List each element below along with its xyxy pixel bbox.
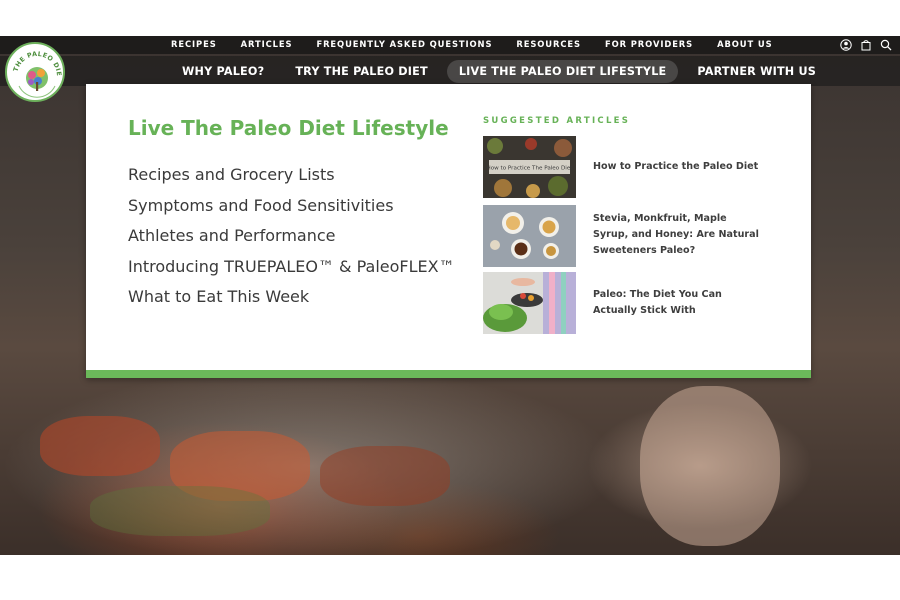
main-nav-item-why-paleo[interactable]: WHY PALEO?: [170, 60, 276, 83]
user-icon[interactable]: [840, 38, 852, 51]
thumb-caption: How to Practice The Paleo Diet: [487, 166, 574, 172]
top-nav-list: RECIPES ARTICLES FREQUENTLY ASKED QUESTI…: [171, 39, 797, 49]
hand-shape: [640, 386, 780, 546]
suggested-article[interactable]: Stevia, Monkfruit, Maple Syrup, and Hone…: [483, 205, 783, 267]
top-nav-item-about-us[interactable]: ABOUT US: [717, 39, 772, 49]
main-nav-item-partner-with-us[interactable]: PARTNER WITH US: [685, 60, 828, 83]
suggested-article[interactable]: How to Practice The Paleo Diet How to Pr…: [483, 136, 783, 198]
dropdown-link-recipes-grocery[interactable]: Recipes and Grocery Lists: [128, 166, 455, 197]
article-title[interactable]: Stevia, Monkfruit, Maple Syrup, and Hone…: [593, 211, 763, 259]
dropdown-link-truepaleo-paleoflex[interactable]: Introducing TRUEPALEO™ & PaleoFLEX™: [128, 257, 455, 289]
main-nav-item-live-the-paleo-diet-lifestyle[interactable]: LIVE THE PALEO DIET LIFESTYLE: [446, 60, 679, 83]
suggested-articles-heading: SUGGESTED ARTICLES: [483, 116, 631, 126]
logo-graphic: THE PALEO DIET: [7, 44, 63, 98]
dropdown-bottom-accent-bar: [86, 370, 811, 378]
article-thumbnail: [483, 205, 576, 267]
suggested-article[interactable]: Paleo: The Diet You Can Actually Stick W…: [483, 272, 783, 334]
main-nav: WHY PALEO? TRY THE PALEO DIET LIVE THE P…: [0, 56, 900, 86]
dropdown-link-list: Recipes and Grocery Lists Symptoms and F…: [128, 166, 455, 319]
dropdown-link-athletes-performance[interactable]: Athletes and Performance: [128, 227, 455, 258]
dropdown-link-symptoms-food[interactable]: Symptoms and Food Sensitivities: [128, 196, 455, 228]
page: RECIPES ARTICLES FREQUENTLY ASKED QUESTI…: [0, 0, 900, 600]
article-title[interactable]: How to Practice the Paleo Diet: [593, 159, 763, 175]
utility-icons: [840, 38, 892, 51]
article-thumbnail: How to Practice The Paleo Diet: [483, 136, 576, 198]
top-nav-item-faq[interactable]: FREQUENTLY ASKED QUESTIONS: [316, 39, 492, 49]
top-nav-item-recipes[interactable]: RECIPES: [171, 39, 217, 49]
top-utility-nav: RECIPES ARTICLES FREQUENTLY ASKED QUESTI…: [0, 36, 900, 54]
article-title[interactable]: Paleo: The Diet You Can Actually Stick W…: [593, 287, 763, 319]
dropdown-link-what-to-eat[interactable]: What to Eat This Week: [128, 288, 455, 319]
shopping-bag-icon[interactable]: [860, 38, 872, 51]
food-shape: [320, 446, 450, 506]
food-shape: [40, 416, 160, 476]
dropdown-title: Live The Paleo Diet Lifestyle: [128, 116, 449, 140]
lifestyle-dropdown-panel: Live The Paleo Diet Lifestyle Recipes an…: [86, 84, 811, 378]
main-nav-list: WHY PALEO? TRY THE PALEO DIET LIVE THE P…: [170, 60, 835, 83]
search-icon[interactable]: [880, 38, 892, 51]
food-shape: [90, 486, 270, 536]
article-thumbnail: [483, 272, 576, 334]
top-nav-item-for-providers[interactable]: FOR PROVIDERS: [605, 39, 693, 49]
top-nav-item-articles[interactable]: ARTICLES: [241, 39, 293, 49]
top-nav-item-resources[interactable]: RESOURCES: [516, 39, 581, 49]
main-nav-item-try-the-paleo-diet[interactable]: TRY THE PALEO DIET: [283, 60, 440, 83]
site-logo[interactable]: THE PALEO DIET: [5, 42, 65, 102]
